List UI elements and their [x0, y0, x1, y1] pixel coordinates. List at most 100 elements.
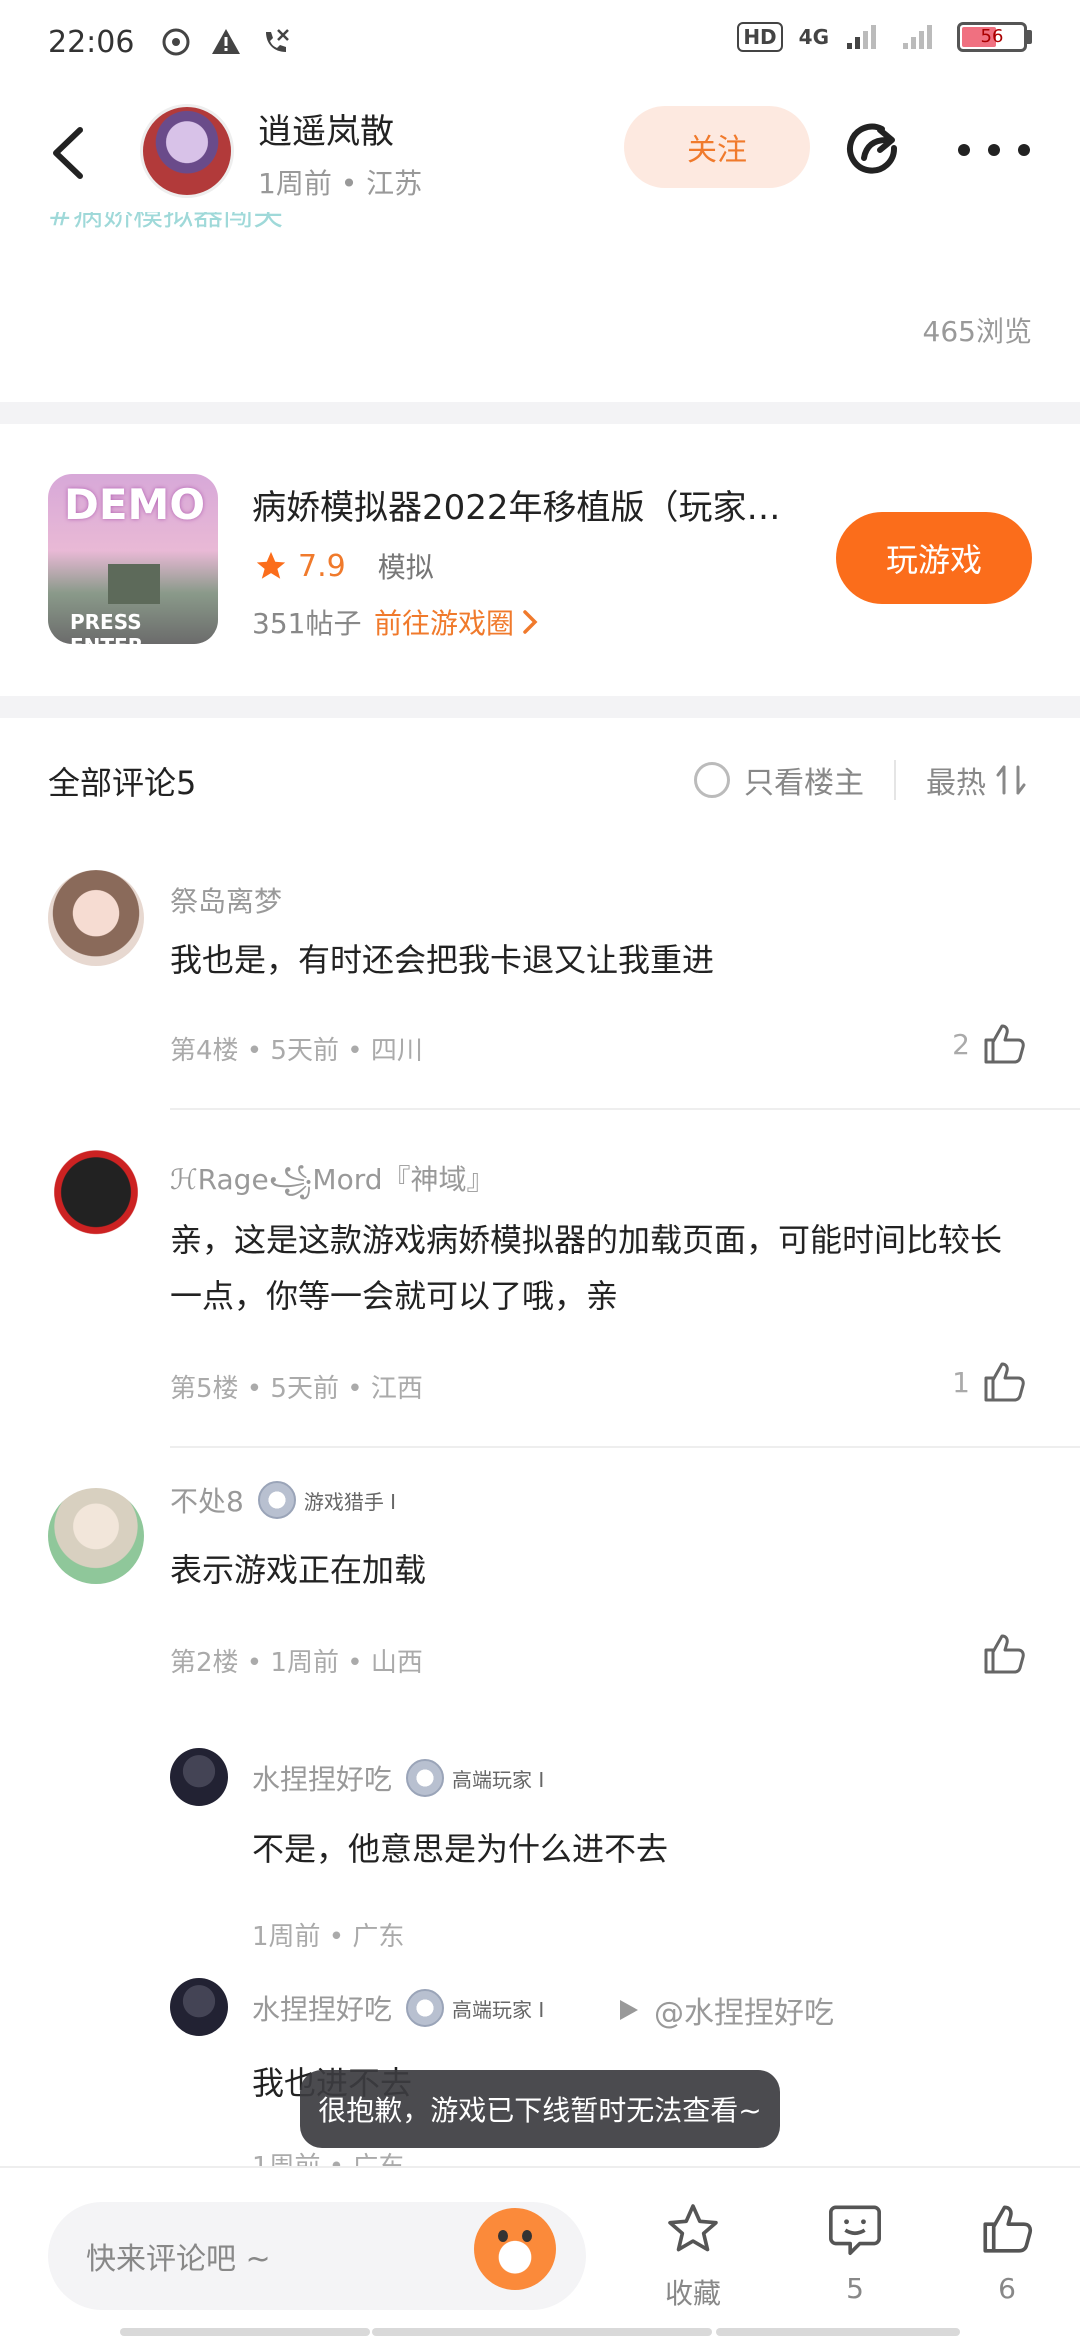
thumb-press-text: PRESS ENTER — [70, 610, 143, 644]
comment-text[interactable]: 表示游戏正在加载 — [170, 1542, 1030, 1598]
commenter-avatar[interactable] — [48, 1488, 144, 1584]
radio-circle-icon[interactable] — [694, 762, 730, 798]
comment-divider — [170, 1446, 1080, 1448]
game-title[interactable]: 病娇模拟器2022年移植版（玩家… — [252, 480, 781, 529]
only-owner-toggle[interactable]: 只看楼主 — [694, 758, 864, 802]
sort-toggle[interactable]: 最热 — [926, 758, 1028, 802]
netease-icon — [162, 28, 190, 56]
comment-text[interactable]: 我也是，有时还会把我卡退又让我重进 — [170, 932, 1030, 988]
comment-count-button[interactable]: 5 — [800, 2200, 910, 2305]
commenter-avatar[interactable] — [38, 1140, 154, 1256]
signal-icon — [847, 25, 876, 49]
like-button[interactable] — [970, 1630, 1028, 1678]
game-circle-link[interactable]: 前往游戏圈 — [374, 602, 540, 642]
share-icon[interactable] — [842, 118, 906, 182]
signal-icon-2 — [903, 25, 932, 49]
replier-name[interactable]: 水捏捏好吃 — [252, 1988, 392, 2028]
status-icons-right: HD 4G 56 — [737, 22, 1032, 52]
game-genre: 模拟 — [377, 551, 434, 584]
comment-count: 5 — [846, 2272, 864, 2305]
game-thumbnail[interactable]: DEMO PRESS ENTER — [48, 474, 218, 644]
badge-icon — [406, 1759, 445, 1797]
mascot-emoji-icon[interactable] — [474, 2208, 556, 2290]
nav-indicator — [372, 2328, 712, 2336]
post-header: 逍遥岚散 1周前 • 江苏 关注 — [0, 84, 1080, 224]
reply-mention[interactable]: @水捏捏好吃 — [618, 1988, 834, 2032]
chevron-right-icon — [523, 610, 538, 634]
like-post-button[interactable]: 6 — [952, 2200, 1062, 2305]
divider — [894, 760, 896, 800]
bottom-bar: 快来评论吧 ~ 收藏 5 6 — [0, 2166, 1080, 2340]
status-icons-left — [160, 26, 292, 58]
section-divider — [0, 696, 1080, 718]
author-name[interactable]: 逍遥岚散 — [258, 104, 394, 153]
reply-meta: 1周前 • 广东 — [252, 1922, 405, 1952]
collect-label[interactable]: 收藏 — [665, 2272, 721, 2312]
mention-label[interactable]: @水捏捏好吃 — [654, 1988, 834, 2032]
user-level-badge: 游戏猎手 I — [257, 1481, 396, 1519]
nav-indicator — [716, 2328, 960, 2336]
like-button[interactable]: 1 — [952, 1358, 1028, 1406]
badge-icon — [406, 1989, 445, 2027]
thumbs-up-icon[interactable] — [978, 2200, 1036, 2258]
game-circle-label[interactable]: 前往游戏圈 — [374, 602, 514, 642]
game-rating: 7.9 模拟 — [254, 546, 434, 586]
replier-name-row: 水捏捏好吃 高端玩家 I — [252, 1988, 544, 2028]
thumbs-up-icon[interactable] — [980, 1630, 1028, 1678]
only-owner-label[interactable]: 只看楼主 — [744, 758, 864, 802]
comment-meta: 第5楼 • 5天前 • 江西 — [170, 1374, 423, 1404]
like-count: 6 — [998, 2272, 1016, 2305]
network-4g-label: 4G — [798, 25, 829, 49]
star-outline-icon[interactable] — [664, 2200, 722, 2258]
like-button[interactable]: 2 — [952, 1020, 1028, 1068]
replier-avatar[interactable] — [170, 1748, 228, 1806]
game-card[interactable]: DEMO PRESS ENTER 病娇模拟器2022年移植版（玩家… 7.9 模… — [0, 424, 1080, 696]
like-count: 1 — [952, 1365, 970, 1399]
follow-button[interactable]: 关注 — [624, 106, 810, 188]
commenter-name-row: 不处8 游戏猎手 I — [170, 1480, 396, 1520]
thumbs-up-icon[interactable] — [980, 1020, 1028, 1068]
status-bar: 22:06 HD 4G 56 — [0, 0, 1080, 84]
post-topic-tag[interactable]: #病娇模拟器闯关 — [48, 212, 283, 234]
sort-icon[interactable] — [994, 763, 1028, 797]
replier-name-row: 水捏捏好吃 高端玩家 I — [252, 1758, 544, 1798]
hd-icon: HD — [737, 22, 783, 52]
comments-header: 全部评论5 只看楼主 最热 — [0, 718, 1080, 848]
missed-call-icon — [266, 29, 290, 52]
reply-text[interactable]: 不是，他意思是为什么进不去 — [252, 1824, 668, 1870]
section-divider — [0, 402, 1080, 424]
play-triangle-icon — [620, 2000, 638, 2020]
thumbs-up-icon[interactable] — [980, 1358, 1028, 1406]
comment-text[interactable]: 亲，这是这款游戏病娇模拟器的加载页面，可能时间比较长一点，你等一会就可以了哦，亲 — [170, 1212, 1030, 1324]
back-arrow-icon[interactable] — [40, 118, 100, 188]
thumb-demo-text: DEMO — [64, 480, 206, 529]
badge-label: 高端玩家 I — [452, 1767, 545, 1792]
replier-name[interactable]: 水捏捏好吃 — [252, 1758, 392, 1798]
commenter-name[interactable]: 祭岛离梦 — [170, 880, 282, 920]
comment-bubble-icon[interactable] — [826, 2200, 884, 2258]
game-post-count: 351帖子 — [252, 607, 362, 640]
author-avatar[interactable] — [140, 104, 234, 198]
commenter-avatar[interactable] — [48, 870, 144, 966]
like-count: 2 — [952, 1027, 970, 1061]
replier-avatar[interactable] — [170, 1978, 228, 2036]
commenter-name[interactable]: 不处8 — [170, 1480, 244, 1520]
badge-icon — [257, 1481, 296, 1519]
view-count: 465浏览 — [922, 315, 1032, 348]
toast-message: 很抱歉，游戏已下线暂时无法查看~ — [300, 2070, 780, 2148]
warning-icon — [212, 29, 241, 54]
battery-icon: 56 — [957, 22, 1032, 52]
more-options-icon[interactable] — [958, 128, 1030, 172]
rating-value: 7.9 — [298, 548, 346, 584]
comment-meta: 第2楼 • 1周前 • 山西 — [170, 1648, 423, 1678]
comments-title: 全部评论5 — [48, 764, 197, 802]
play-game-button[interactable]: 玩游戏 — [836, 512, 1032, 604]
collect-button[interactable]: 收藏 — [638, 2200, 748, 2312]
sort-label[interactable]: 最热 — [926, 758, 986, 802]
author-meta: 1周前 • 江苏 — [258, 167, 423, 200]
battery-level: 56 — [980, 26, 1004, 47]
comment-meta: 第4楼 • 5天前 • 四川 — [170, 1036, 423, 1066]
commenter-name[interactable]: ℋRage꧁Mord『神域』 — [170, 1158, 495, 1215]
user-level-badge: 高端玩家 I — [406, 1989, 544, 2027]
user-level-badge: 高端玩家 I — [406, 1759, 544, 1797]
